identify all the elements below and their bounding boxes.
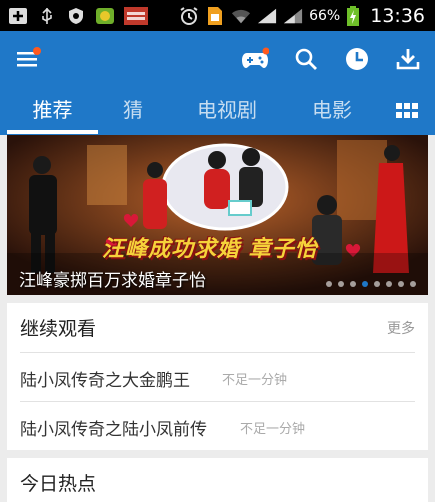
menu-button[interactable] bbox=[11, 42, 45, 76]
video-title: 陆小凤传奇之大金鹏王 bbox=[20, 371, 190, 391]
page-dot bbox=[398, 281, 404, 287]
signal-secondary-icon bbox=[283, 7, 303, 25]
battery-charging-icon bbox=[346, 5, 360, 26]
history-icon bbox=[346, 48, 368, 70]
game-center-button[interactable] bbox=[238, 42, 272, 76]
watch-progress: 不足一分钟 bbox=[222, 373, 288, 388]
download-icon bbox=[396, 49, 420, 70]
download-button[interactable] bbox=[391, 42, 425, 76]
banner-page-dots bbox=[326, 281, 416, 287]
featured-banner[interactable]: 汪峰成功求婚 章子怡 汪峰豪掷百万求婚章子怡 bbox=[7, 135, 428, 295]
page-dot bbox=[374, 281, 380, 287]
continue-watching-title: 继续观看 bbox=[20, 318, 97, 340]
category-tabs: 推荐 猜 电视剧 电影 bbox=[0, 87, 435, 135]
tab-movies[interactable]: 电影 bbox=[297, 87, 367, 135]
add-notification-icon bbox=[8, 7, 28, 25]
grid-icon bbox=[396, 103, 418, 118]
sim-card-icon bbox=[205, 6, 225, 25]
page-dot bbox=[410, 281, 416, 287]
game-app-icon bbox=[95, 7, 115, 25]
watch-progress: 不足一分钟 bbox=[240, 422, 306, 437]
page-dot bbox=[338, 281, 344, 287]
tab-guess[interactable]: 猜 bbox=[108, 87, 158, 135]
continue-watching-card: 继续观看 更多 陆小凤传奇之大金鹏王 不足一分钟 陆小凤传奇之陆小凤前传 不足一… bbox=[7, 303, 428, 450]
signal-icon bbox=[257, 7, 277, 25]
clock: 13:36 bbox=[370, 4, 425, 27]
alarm-icon bbox=[179, 6, 199, 25]
menu-icon bbox=[17, 47, 41, 67]
page-dot bbox=[362, 281, 368, 287]
usb-icon bbox=[37, 7, 57, 25]
page-dot bbox=[386, 281, 392, 287]
watch-history-item[interactable]: 陆小凤传奇之陆小凤前传 不足一分钟 bbox=[7, 402, 428, 450]
tab-tv-series[interactable]: 电视剧 bbox=[185, 87, 269, 135]
banner-overlay-title: 汪峰成功求婚 章子怡 bbox=[102, 237, 318, 262]
watch-history-item[interactable]: 陆小凤传奇之大金鹏王 不足一分钟 bbox=[7, 353, 428, 401]
tab-recommended[interactable]: 推荐 bbox=[7, 87, 98, 135]
hot-today-card: 今日热点 bbox=[7, 458, 428, 502]
shield-icon bbox=[66, 7, 86, 25]
page-dot bbox=[326, 281, 332, 287]
page-dot bbox=[350, 281, 356, 287]
banner-caption: 汪峰豪掷百万求婚章子怡 bbox=[19, 271, 206, 291]
status-bar: 66% 13:36 bbox=[0, 0, 435, 31]
app-bar bbox=[0, 31, 435, 87]
video-title: 陆小凤传奇之陆小凤前传 bbox=[20, 420, 207, 440]
all-categories-button[interactable] bbox=[390, 94, 424, 128]
more-link[interactable]: 更多 bbox=[387, 318, 415, 338]
hot-today-title: 今日热点 bbox=[20, 473, 97, 495]
battery-percentage: 66% bbox=[309, 7, 341, 24]
wifi-icon bbox=[231, 7, 251, 25]
history-button[interactable] bbox=[340, 42, 374, 76]
money-locker-icon bbox=[124, 6, 148, 25]
notification-dot bbox=[33, 47, 41, 55]
search-button[interactable] bbox=[289, 42, 323, 76]
active-tab-indicator bbox=[7, 130, 98, 134]
search-icon bbox=[295, 48, 317, 70]
game-controller-icon bbox=[242, 47, 269, 68]
